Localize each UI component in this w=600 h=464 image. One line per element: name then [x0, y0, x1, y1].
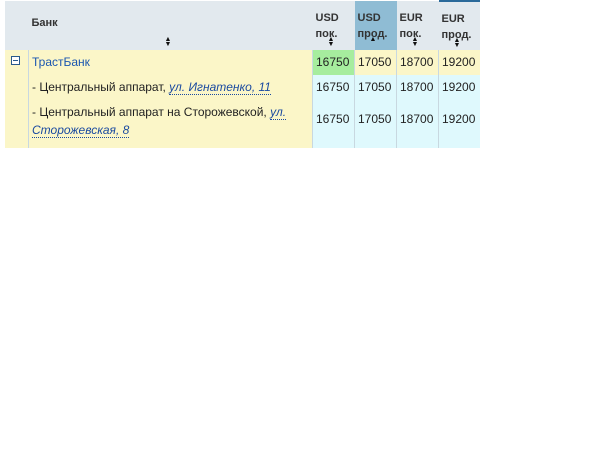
eur-buy-rate: 18700 [396, 50, 439, 75]
sort-icon[interactable]: ▲ ▼ [412, 36, 419, 48]
eur-sell-rate: 19200 [438, 100, 480, 148]
sort-icon[interactable]: ▲ ▼ [328, 36, 335, 48]
expander-header [5, 1, 29, 50]
usd-sell-rate: 17050 [354, 100, 397, 148]
branch-address-link[interactable]: ул. Игнатенко, 11 [169, 80, 271, 95]
bank-name-link[interactable]: ТрастБанк [32, 55, 90, 69]
sort-asc-icon[interactable]: ▲ [370, 36, 377, 48]
eur-buy-column-header[interactable]: EUR пок. ▲ ▼ [396, 1, 439, 50]
exchange-rates-table: Банк ▲ ▼ USD пок. ▲ ▼ USD прод. ▲ EUR пок. ▲ ▼… [5, 0, 480, 148]
eur-sell-column-header[interactable]: EUR прод. ▲ ▼ [438, 0, 480, 50]
branch-row: - Центральный аппарат на Сторожевской, у… [5, 100, 480, 148]
eur-sell-rate: 19200 [438, 75, 480, 100]
usd-sell-label-currency: USD [357, 12, 381, 24]
usd-buy-rate: 16750 [312, 100, 355, 148]
eur-buy-rate: 18700 [396, 100, 439, 148]
eur-buy-label-currency: EUR [399, 12, 423, 24]
eur-sell-rate: 19200 [438, 50, 480, 75]
bank-column-header[interactable]: Банк ▲ ▼ [28, 1, 313, 50]
usd-sell-column-header[interactable]: USD прод. ▲ [354, 1, 397, 50]
header-row: Банк ▲ ▼ USD пок. ▲ ▼ USD прод. ▲ EUR пок. ▲ ▼… [5, 0, 480, 50]
branch-name: - Центральный аппарат, [32, 80, 170, 94]
bank-row: ТрастБанк 16750 17050 18700 19200 [5, 50, 480, 75]
usd-buy-label-currency: USD [315, 12, 339, 24]
usd-buy-rate: 16750 [312, 50, 355, 75]
usd-sell-rate: 17050 [354, 75, 397, 100]
bank-column-label: Банк [31, 17, 58, 29]
usd-sell-rate: 17050 [354, 50, 397, 75]
usd-buy-column-header[interactable]: USD пок. ▲ ▼ [312, 1, 355, 50]
eur-buy-rate: 18700 [396, 75, 439, 100]
sort-icon[interactable]: ▲ ▼ [165, 36, 172, 48]
collapse-icon[interactable] [11, 56, 20, 65]
eur-sell-label-currency: EUR [441, 13, 465, 25]
branch-name: - Центральный аппарат на Сторожевской, [32, 105, 271, 119]
usd-buy-rate: 16750 [312, 75, 355, 100]
sort-icon[interactable]: ▲ ▼ [454, 37, 461, 49]
branch-row: - Центральный аппарат, ул. Игнатенко, 11… [5, 75, 480, 100]
